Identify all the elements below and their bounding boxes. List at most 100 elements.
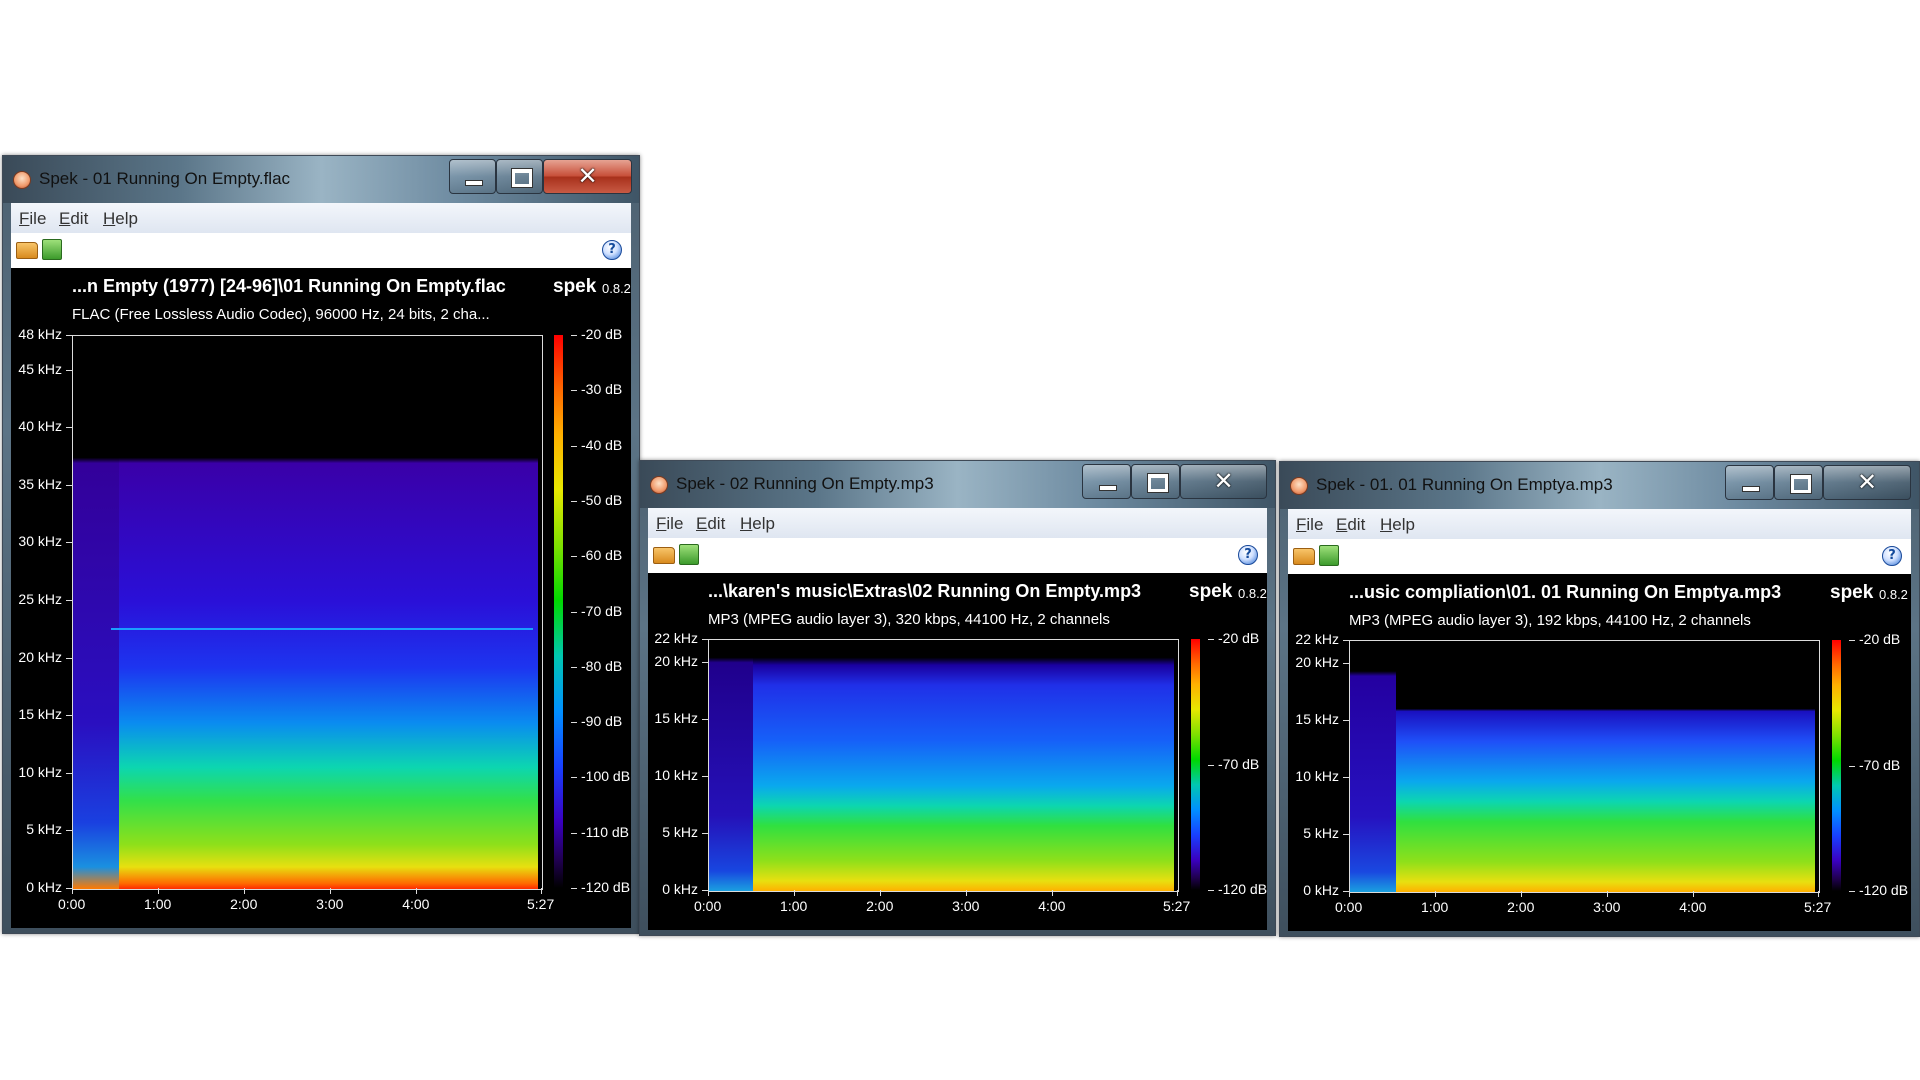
menu-bar: File Edit Help <box>11 203 631 234</box>
spek-app-icon <box>13 171 31 189</box>
menu-edit[interactable]: Edit <box>1336 515 1365 535</box>
close-icon: ✕ <box>577 162 598 190</box>
menu-file[interactable]: File <box>19 209 46 229</box>
toolbar: ? <box>648 538 1267 573</box>
minimize-button[interactable] <box>1082 464 1131 499</box>
time-tick-mark <box>1052 890 1054 896</box>
menu-help[interactable]: Help <box>740 514 775 534</box>
menu-help[interactable]: Help <box>103 209 138 229</box>
time-tick-mark <box>1607 891 1609 897</box>
freq-tick-label: 0 kHz <box>26 879 62 895</box>
close-button[interactable]: ✕ <box>1180 464 1267 499</box>
maximize-button[interactable] <box>1131 464 1180 499</box>
title-bar[interactable]: Spek - 01 Running On Empty.flac ✕ <box>3 156 639 203</box>
time-tick-mark <box>708 890 709 896</box>
spectrogram-image <box>1350 641 1819 892</box>
freq-tick-label: 48 kHz <box>18 326 62 342</box>
freq-tick-mark <box>702 661 708 663</box>
freq-tick-label: 22 kHz <box>1295 631 1339 647</box>
time-tick-mark <box>158 888 160 894</box>
spectrogram-canvas: ...\karen's music\Extras\02 Running On E… <box>648 573 1267 930</box>
spectrogram-plot <box>708 639 1179 892</box>
freq-tick-label: 22 kHz <box>654 630 698 646</box>
save-icon[interactable] <box>1319 545 1339 566</box>
time-tick-mark <box>416 888 418 894</box>
db-tick-mark <box>571 390 577 392</box>
maximize-button[interactable] <box>496 159 543 194</box>
db-tick-label: -120 dB <box>1859 882 1909 898</box>
maximize-button[interactable] <box>1774 465 1823 500</box>
db-tick-mark <box>1208 639 1214 640</box>
file-info: FLAC (Free Lossless Audio Codec), 96000 … <box>72 306 490 323</box>
freq-tick-mark <box>66 657 72 659</box>
menu-file[interactable]: File <box>1296 515 1323 535</box>
title-bar[interactable]: Spek - 02 Running On Empty.mp3 ✕ <box>640 461 1275 508</box>
spectrogram-intro-region <box>73 336 119 889</box>
spectrogram-intro-region <box>1350 641 1396 892</box>
help-icon[interactable]: ? <box>602 240 622 260</box>
time-tick-label: 1:00 <box>780 898 808 914</box>
spek-window-flac[interactable]: Spek - 01 Running On Empty.flac ✕ File E… <box>2 155 640 934</box>
freq-tick-label: 30 kHz <box>18 533 62 550</box>
freq-tick-mark <box>66 772 72 774</box>
spectrogram-image <box>709 640 1178 891</box>
time-tick-mark <box>244 888 246 894</box>
save-icon[interactable] <box>42 239 62 260</box>
freq-tick-mark <box>1343 662 1349 664</box>
file-path-title: ...usic compliation\01. 01 Running On Em… <box>1349 582 1782 602</box>
time-tick-label: 2:00 <box>230 896 258 912</box>
freq-tick-label: 20 kHz <box>654 652 698 669</box>
time-tick-mark <box>966 890 968 896</box>
time-tick-mark <box>1177 890 1178 896</box>
menu-help[interactable]: Help <box>1380 515 1415 535</box>
db-tick-mark <box>571 777 577 779</box>
menu-file[interactable]: File <box>656 514 683 534</box>
freq-tick-mark <box>1343 833 1349 835</box>
menu-edit[interactable]: Edit <box>59 209 88 229</box>
help-icon[interactable]: ? <box>1238 545 1258 565</box>
freq-tick-label: 5 kHz <box>26 821 62 838</box>
freq-tick-label: 20 kHz <box>1295 653 1339 670</box>
save-icon[interactable] <box>679 544 699 565</box>
spectrogram-image <box>73 336 542 889</box>
time-tick-label: 4:00 <box>1038 898 1066 914</box>
close-button[interactable]: ✕ <box>543 159 632 194</box>
minimize-icon <box>1741 486 1760 492</box>
open-icon[interactable] <box>16 242 38 259</box>
window-title: Spek - 02 Running On Empty.mp3 <box>676 474 934 493</box>
time-tick-mark <box>1435 891 1437 897</box>
minimize-button[interactable] <box>449 159 496 194</box>
toolbar: ? <box>1288 539 1911 574</box>
spek-window-mp3-320[interactable]: Spek - 02 Running On Empty.mp3 ✕ File Ed… <box>639 460 1276 936</box>
db-tick-mark <box>571 888 577 889</box>
db-tick-label: -110 dB <box>581 823 629 840</box>
file-path-title: ...\karen's music\Extras\02 Running On E… <box>708 581 1142 601</box>
title-bar[interactable]: Spek - 01. 01 Running On Emptya.mp3 ✕ <box>1280 462 1919 509</box>
db-tick-mark <box>571 832 577 834</box>
db-tick-label: -70 dB <box>1859 756 1901 773</box>
freq-tick-mark <box>702 775 708 777</box>
menu-edit[interactable]: Edit <box>696 514 725 534</box>
time-tick-label: 3:00 <box>1593 899 1621 915</box>
time-tick-label: 0:00 <box>58 896 86 912</box>
freq-tick-mark <box>702 718 708 720</box>
open-icon[interactable] <box>1293 548 1315 565</box>
freq-tick-mark <box>66 599 72 601</box>
spek-app-icon <box>650 476 668 494</box>
spek-window-mp3-192[interactable]: Spek - 01. 01 Running On Emptya.mp3 ✕ Fi… <box>1279 461 1920 937</box>
db-tick-mark <box>1208 764 1214 766</box>
freq-tick-label: 20 kHz <box>18 648 62 665</box>
help-icon[interactable]: ? <box>1882 546 1902 566</box>
open-icon[interactable] <box>653 547 675 564</box>
close-button[interactable]: ✕ <box>1823 465 1911 500</box>
minimize-button[interactable] <box>1725 465 1774 500</box>
db-colorbar <box>554 335 563 888</box>
spectrogram-intro-region <box>709 640 753 891</box>
time-tick-label: 4:00 <box>1679 899 1707 915</box>
spectrogram-end-region <box>538 336 542 889</box>
spectrogram-canvas: ...usic compliation\01. 01 Running On Em… <box>1288 574 1911 931</box>
maximize-icon <box>1789 474 1812 494</box>
time-tick-mark <box>72 888 73 894</box>
freq-tick-mark <box>66 830 72 832</box>
db-tick-label: -90 dB <box>581 713 623 730</box>
